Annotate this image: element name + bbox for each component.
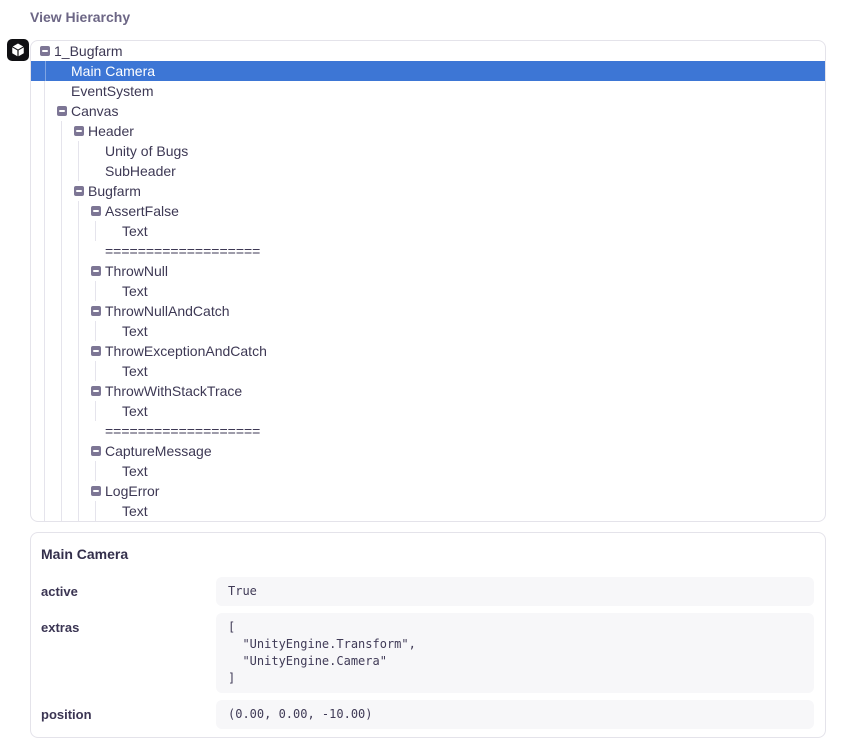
tree-node-main-camera[interactable]: Main Camera <box>31 61 825 81</box>
tree-node-unity-of-bugs[interactable]: Unity of Bugs <box>31 141 825 161</box>
tree-node-label: CaptureMessage <box>105 441 212 461</box>
tree-node-label: Text <box>122 461 148 481</box>
hierarchy-section: 1_BugfarmMain CameraEventSystemCanvasHea… <box>30 40 826 522</box>
tree-node-label: Header <box>88 121 134 141</box>
tree-node-label: Bugfarm <box>88 181 141 201</box>
tree-node-capturemessage[interactable]: CaptureMessage <box>31 441 825 461</box>
tree-node-label: ThrowWithStackTrace <box>105 381 242 401</box>
tree-node-label: LogError <box>105 481 159 501</box>
tree-node-label: AssertFalse <box>105 201 179 221</box>
collapse-icon[interactable] <box>74 126 84 136</box>
tree-node-1-bugfarm[interactable]: 1_Bugfarm <box>31 41 825 61</box>
unity-icon <box>7 39 29 61</box>
tree-node-canvas[interactable]: Canvas <box>31 101 825 121</box>
tree-node-label: =================== <box>105 241 260 261</box>
collapse-icon[interactable] <box>57 106 67 116</box>
property-row-position: position (0.00, 0.00, -10.00) <box>41 700 814 729</box>
tree-node-label: Text <box>122 361 148 381</box>
tree-node-logerror[interactable]: LogError <box>31 481 825 501</box>
collapse-icon[interactable] <box>91 266 101 276</box>
property-label: active <box>41 577 216 606</box>
tree-node-label: ThrowNull <box>105 261 168 281</box>
property-value: True <box>216 577 814 606</box>
tree-node-text[interactable]: Text <box>31 281 825 301</box>
tree-node-thrownull[interactable]: ThrowNull <box>31 261 825 281</box>
tree-node-text[interactable]: Text <box>31 321 825 341</box>
tree-node-assertfalse[interactable]: AssertFalse <box>31 201 825 221</box>
tree-node-text[interactable]: Text <box>31 361 825 381</box>
tree-node-header[interactable]: Header <box>31 121 825 141</box>
tree-separator-row[interactable]: =================== <box>31 241 825 261</box>
tree-node-label: SubHeader <box>105 161 176 181</box>
collapse-icon[interactable] <box>91 346 101 356</box>
tree-node-label: =================== <box>105 421 260 441</box>
tree-node-eventsystem[interactable]: EventSystem <box>31 81 825 101</box>
property-row-extras: extras [ "UnityEngine.Transform", "Unity… <box>41 613 814 693</box>
collapse-icon[interactable] <box>91 446 101 456</box>
property-label: extras <box>41 613 216 693</box>
page: View Hierarchy 1_BugfarmMain CameraEvent… <box>0 0 855 738</box>
tree-node-label: Unity of Bugs <box>105 141 188 161</box>
tree-node-throwexceptionandcatch[interactable]: ThrowExceptionAndCatch <box>31 341 825 361</box>
tree-node-label: Text <box>122 221 148 241</box>
collapse-icon[interactable] <box>91 306 101 316</box>
hierarchy-tree: 1_BugfarmMain CameraEventSystemCanvasHea… <box>31 41 825 521</box>
hierarchy-panel: 1_BugfarmMain CameraEventSystemCanvasHea… <box>30 40 826 522</box>
details-panel: Main Camera active True extras [ "UnityE… <box>30 532 826 738</box>
property-value: (0.00, 0.00, -10.00) <box>216 700 814 729</box>
tree-node-label: Canvas <box>71 101 118 121</box>
collapse-icon[interactable] <box>91 206 101 216</box>
tree-node-text[interactable]: Text <box>31 461 825 481</box>
tree-node-label: ThrowNullAndCatch <box>105 301 230 321</box>
tree-node-label: ThrowExceptionAndCatch <box>105 341 267 361</box>
tree-node-label: Text <box>122 321 148 341</box>
collapse-icon[interactable] <box>40 46 50 56</box>
property-label: position <box>41 700 216 729</box>
tree-node-label: Text <box>122 281 148 301</box>
tree-separator-row[interactable]: =================== <box>31 421 825 441</box>
tree-node-bugfarm[interactable]: Bugfarm <box>31 181 825 201</box>
tree-node-subheader[interactable]: SubHeader <box>31 161 825 181</box>
property-row-active: active True <box>41 577 814 606</box>
tree-node-label: Main Camera <box>71 61 155 81</box>
property-value: [ "UnityEngine.Transform", "UnityEngine.… <box>216 613 814 693</box>
tree-node-text[interactable]: Text <box>31 401 825 421</box>
tree-node-text[interactable]: Text <box>31 501 825 521</box>
collapse-icon[interactable] <box>91 486 101 496</box>
tree-node-label: EventSystem <box>71 81 153 101</box>
tree-node-label: 1_Bugfarm <box>54 41 122 61</box>
tree-node-text[interactable]: Text <box>31 221 825 241</box>
tree-node-throwwithstacktrace[interactable]: ThrowWithStackTrace <box>31 381 825 401</box>
tree-node-label: Text <box>122 501 148 521</box>
page-title: View Hierarchy <box>30 9 826 25</box>
details-title: Main Camera <box>41 545 814 563</box>
collapse-icon[interactable] <box>91 386 101 396</box>
tree-node-thrownullandcatch[interactable]: ThrowNullAndCatch <box>31 301 825 321</box>
tree-node-label: Text <box>122 401 148 421</box>
collapse-icon[interactable] <box>74 186 84 196</box>
